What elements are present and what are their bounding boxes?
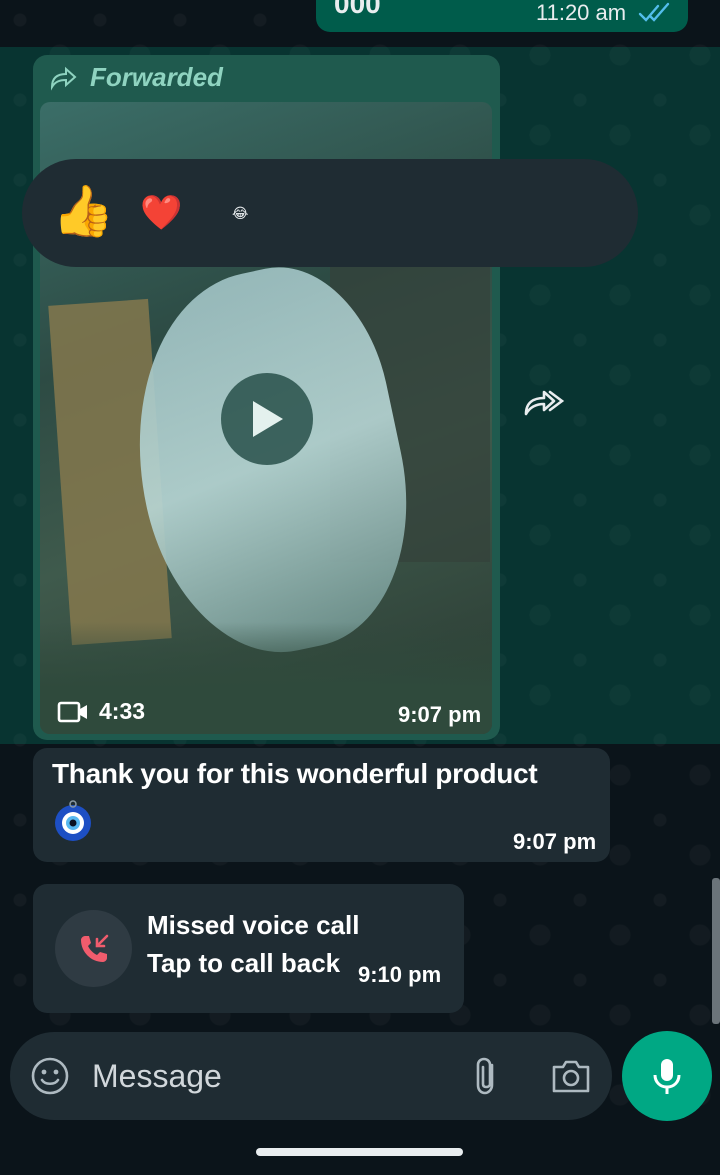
camera-icon[interactable] [550,1057,592,1095]
forwarded-header: Forwarded [48,62,223,93]
emoji-icon[interactable] [30,1056,70,1096]
paperclip-icon[interactable] [470,1055,504,1097]
microphone-icon [653,1059,681,1094]
message-input[interactable] [92,1053,452,1099]
outgoing-message-text: 000 [334,0,381,19]
video-duration: 4:33 [99,698,146,724]
missed-call-title: Missed voice call [147,910,360,940]
reaction-thumbs-up[interactable]: 👍 [52,186,114,236]
missed-call-icon-circle [55,910,132,987]
video-message-time: 9:07 pm [398,702,482,727]
video-camera-icon [57,701,87,722]
home-gesture-handle[interactable] [256,1148,463,1156]
reaction-heart[interactable]: ❤️ [140,196,182,230]
message-text: Thank you for this wonderful product [52,758,538,789]
reaction-laugh[interactable]: 😂 [232,206,248,220]
missed-call-subtitle[interactable]: Tap to call back [147,948,340,979]
forward-icon[interactable] [522,380,568,420]
scrollbar[interactable] [712,878,720,1024]
play-icon [253,401,283,437]
voice-record-button[interactable] [622,1031,712,1121]
outgoing-message-time: 11:20 am [536,0,627,25]
double-check-icon [638,2,670,22]
play-button[interactable] [221,373,313,465]
video-duration-row: 4:33 [57,698,145,725]
missed-call-time: 9:10 pm [358,962,442,987]
forwarded-label: Forwarded [90,62,223,92]
forwarded-icon [50,66,77,91]
message-time: 9:07 pm [513,829,597,854]
reaction-picker [22,159,638,267]
nazar-amulet-emoji [55,800,91,841]
missed-call-icon [80,934,108,962]
